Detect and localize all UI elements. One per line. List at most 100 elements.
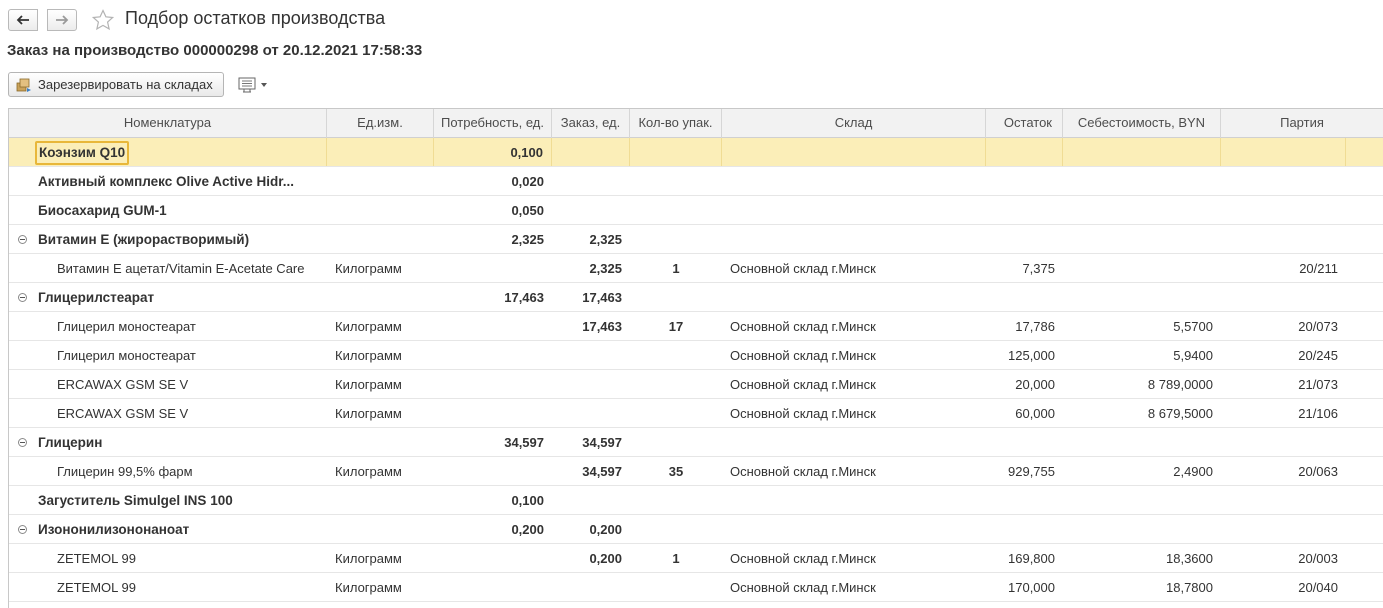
cell-warehouse[interactable] (722, 196, 986, 224)
cell-nomenclature[interactable]: Загуститель Simulgel INS 100 (9, 486, 327, 514)
cell-need[interactable] (434, 312, 552, 340)
cell-order[interactable] (552, 196, 630, 224)
col-warehouse[interactable]: Склад (722, 109, 986, 138)
cell-nomenclature[interactable]: ERCAWAX GSM SE V (9, 370, 327, 398)
cell-cost[interactable]: 18,3600 (1063, 544, 1221, 572)
col-order[interactable]: Заказ, ед. (552, 109, 630, 138)
table-row[interactable]: ERCAWAX GSM SE V Килограмм Основной склад … (9, 399, 1383, 428)
cell-batch[interactable] (1221, 428, 1346, 456)
cell-need[interactable] (434, 254, 552, 282)
cell-batch[interactable]: 20/040 (1221, 573, 1346, 601)
cell-packs[interactable] (630, 486, 722, 514)
cell-need[interactable]: 0,100 (434, 138, 552, 166)
cell-need[interactable] (434, 370, 552, 398)
cell-batch[interactable] (1221, 138, 1346, 166)
cell-packs[interactable]: 17 (630, 312, 722, 340)
cell-packs[interactable]: 35 (630, 457, 722, 485)
cell-balance[interactable]: 170,000 (986, 573, 1063, 601)
table-row[interactable]: Глицерилстеарат 17,463 17,463 (9, 283, 1383, 312)
cell-cost[interactable] (1063, 515, 1221, 543)
reserve-button[interactable]: Зарезервировать на складах (8, 72, 224, 97)
cell-nomenclature[interactable]: Глицерил моностеарат (9, 341, 327, 369)
star-icon[interactable] (91, 8, 115, 32)
cell-packs[interactable] (630, 573, 722, 601)
cell-batch[interactable] (1221, 167, 1346, 195)
cell-batch[interactable]: 21/073 (1221, 370, 1346, 398)
cell-packs[interactable]: 1 (630, 254, 722, 282)
cell-unit[interactable]: Килограмм (327, 254, 434, 282)
cell-unit[interactable]: Килограмм (327, 341, 434, 369)
cell-batch[interactable]: 20/211 (1221, 254, 1346, 282)
cell-balance[interactable] (986, 515, 1063, 543)
table-row[interactable]: Глицерин 99,5% фарм Килограмм 34,597 35 Осно… (9, 457, 1383, 486)
cell-nomenclature[interactable]: Изононилизононаноат (9, 515, 327, 543)
cell-order[interactable]: 34,597 (552, 428, 630, 456)
cell-order[interactable]: 2,325 (552, 225, 630, 253)
cell-cost[interactable] (1063, 254, 1221, 282)
table-row[interactable]: Активный комплекс Olive Active Hidr... 0,… (9, 167, 1383, 196)
cell-packs[interactable] (630, 341, 722, 369)
list-options-button[interactable] (238, 75, 274, 95)
cell-batch[interactable] (1221, 283, 1346, 311)
cell-need[interactable]: 0,100 (434, 486, 552, 514)
cell-balance[interactable]: 60,000 (986, 399, 1063, 427)
cell-cost[interactable]: 2,4900 (1063, 457, 1221, 485)
cell-cost[interactable] (1063, 428, 1221, 456)
cell-order[interactable]: 17,463 (552, 283, 630, 311)
cell-order[interactable]: 0,200 (552, 515, 630, 543)
table-row[interactable]: Глицерин 34,597 34,597 (9, 428, 1383, 457)
cell-cost[interactable]: 8 789,0000 (1063, 370, 1221, 398)
cell-batch[interactable] (1221, 515, 1346, 543)
cell-need[interactable]: 0,050 (434, 196, 552, 224)
cell-order[interactable] (552, 341, 630, 369)
cell-batch[interactable]: 21/106 (1221, 399, 1346, 427)
collapse-minus-icon[interactable] (18, 235, 27, 244)
col-packs[interactable]: Кол-во упак. (630, 109, 722, 138)
cell-nomenclature[interactable]: Витамин Е (жирорастворимый) (9, 225, 327, 253)
cell-cost[interactable] (1063, 167, 1221, 195)
cell-warehouse[interactable] (722, 138, 986, 166)
cell-unit[interactable]: Килограмм (327, 573, 434, 601)
cell-order[interactable] (552, 399, 630, 427)
cell-balance[interactable]: 20,000 (986, 370, 1063, 398)
cell-batch[interactable]: 20/245 (1221, 341, 1346, 369)
cell-packs[interactable] (630, 283, 722, 311)
cell-batch[interactable] (1221, 196, 1346, 224)
col-batch[interactable]: Партия (1221, 109, 1383, 138)
cell-nomenclature[interactable]: Глицерин (9, 428, 327, 456)
cell-unit[interactable]: Килограмм (327, 370, 434, 398)
cell-order[interactable] (552, 573, 630, 601)
table-row[interactable]: Глицерил моностеарат Килограмм Основной ск… (9, 341, 1383, 370)
cell-packs[interactable]: 1 (630, 544, 722, 572)
cell-order[interactable]: 0,200 (552, 544, 630, 572)
cell-unit[interactable] (327, 225, 434, 253)
cell-unit[interactable] (327, 167, 434, 195)
cell-cost[interactable] (1063, 196, 1221, 224)
collapse-minus-icon[interactable] (18, 293, 27, 302)
cell-balance[interactable] (986, 225, 1063, 253)
cell-batch[interactable]: 20/003 (1221, 544, 1346, 572)
cell-balance[interactable]: 125,000 (986, 341, 1063, 369)
cell-nomenclature[interactable]: Глицерилстеарат (9, 283, 327, 311)
cell-warehouse[interactable]: Основной склад г.Минск (722, 254, 986, 282)
cell-cost[interactable] (1063, 138, 1221, 166)
cell-warehouse[interactable]: Основной склад г.Минск (722, 399, 986, 427)
cell-nomenclature[interactable]: Активный комплекс Olive Active Hidr... (9, 167, 327, 195)
cell-unit[interactable]: Килограмм (327, 399, 434, 427)
cell-balance[interactable] (986, 167, 1063, 195)
cell-need[interactable]: 2,325 (434, 225, 552, 253)
cell-balance[interactable] (986, 196, 1063, 224)
cell-order[interactable] (552, 138, 630, 166)
cell-balance[interactable] (986, 138, 1063, 166)
cell-unit[interactable]: Килограмм (327, 312, 434, 340)
cell-balance[interactable] (986, 428, 1063, 456)
cell-unit[interactable] (327, 486, 434, 514)
table-row[interactable]: Коэнзим Q10 0,100 (9, 138, 1383, 167)
cell-cost[interactable]: 18,7800 (1063, 573, 1221, 601)
cell-order[interactable]: 34,597 (552, 457, 630, 485)
table-row[interactable]: ZETEMOL 99 Килограмм 0,200 1 Основной склад … (9, 544, 1383, 573)
cell-balance[interactable]: 169,800 (986, 544, 1063, 572)
cell-batch[interactable] (1221, 225, 1346, 253)
cell-balance[interactable]: 929,755 (986, 457, 1063, 485)
cell-packs[interactable] (630, 399, 722, 427)
